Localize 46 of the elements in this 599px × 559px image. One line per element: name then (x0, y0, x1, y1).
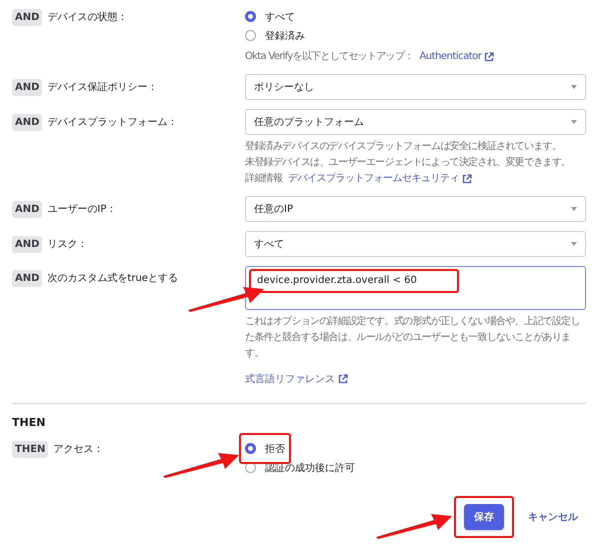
reference-link[interactable]: 式言語リファレンス (245, 372, 348, 386)
help-link[interactable]: Authenticator (419, 49, 494, 65)
help-text: 詳細情報 デバイスプラットフォームセキュリティ (245, 171, 586, 187)
caret-icon (571, 242, 577, 246)
operator-badge: AND (12, 270, 42, 286)
operator-badge: AND (12, 114, 42, 130)
option-label: 拒否 (265, 442, 285, 456)
expression-text: device.provider.zta.overall < 60 (257, 275, 417, 286)
help-text: これはオプションの詳細設定です。式の形式が正しくない場合や、上記で設定した条件と競合する場合は、ルールがどのユーザーとも一致しないことがあります。 (245, 314, 581, 361)
radio-button[interactable] (245, 443, 256, 454)
dropdown-select[interactable]: ポリシーなし (245, 74, 586, 100)
dropdown-select[interactable]: 任意のプラットフォーム (245, 109, 586, 135)
external-link-icon (484, 52, 494, 62)
operator-badge: AND (12, 236, 42, 252)
condition-label: ユーザーのIP： (47, 203, 116, 216)
radio-option[interactable]: 登録済み (245, 26, 586, 45)
caret-icon (571, 85, 577, 89)
cancel-button[interactable]: キャンセル (528, 510, 578, 524)
condition-label: デバイス保証ポリシー： (47, 80, 158, 94)
condition-label: アクセス： (53, 443, 104, 456)
radio-button[interactable] (245, 11, 256, 22)
operator-badge: AND (12, 200, 42, 218)
caret-icon (571, 120, 577, 124)
condition-label: デバイスの状態： (47, 10, 128, 24)
condition-label: リスク： (47, 238, 88, 251)
radio-option[interactable]: すべて (245, 7, 586, 26)
help-text: 登録済みデバイスのデバイスプラットフォームは安全に検証されています。 (245, 140, 562, 154)
save-button[interactable]: 保存 (464, 504, 504, 530)
operator-badge: AND (12, 78, 42, 96)
dropdown-select[interactable]: 任意のIP (245, 196, 586, 222)
operator-badge: AND (12, 8, 42, 26)
help-text: Okta Verifyを以下としてセットアップ： Authenticator (245, 49, 586, 65)
dropdown-select[interactable]: すべて (245, 231, 586, 257)
caret-icon (571, 207, 577, 211)
section-heading: THEN (12, 416, 46, 429)
operator-badge: THEN (12, 440, 48, 458)
help-link[interactable]: デバイスプラットフォームセキュリティ (288, 171, 472, 187)
radio-option[interactable]: 拒否 (245, 439, 285, 458)
external-link-icon (338, 374, 348, 384)
condition-label: デバイスプラットフォーム： (47, 116, 178, 129)
radio-button[interactable] (245, 30, 256, 41)
help-text: 未登録デバイスは、ユーザーエージェントによって決定され、変更できます。 (245, 156, 572, 170)
option-label: すべて (265, 10, 295, 24)
option-label: 登録済み (265, 30, 305, 42)
condition-label: 次のカスタム式をtrueとする (47, 272, 178, 285)
external-link-icon (462, 174, 472, 184)
